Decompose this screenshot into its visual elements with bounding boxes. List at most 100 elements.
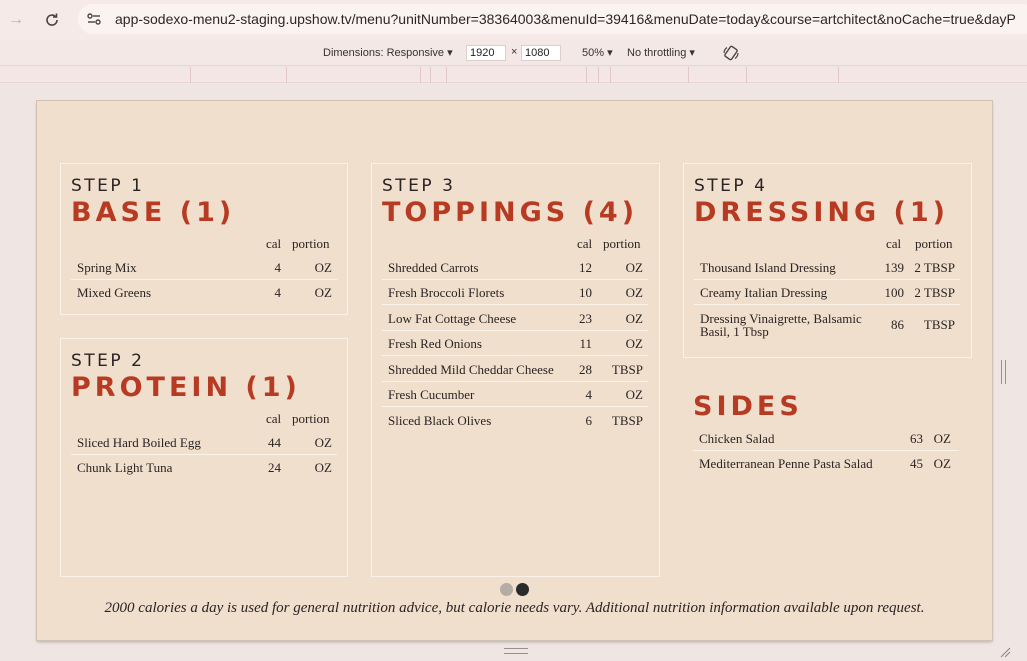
- item-cal: 139: [884, 260, 905, 275]
- portion-header: portion: [603, 236, 641, 251]
- address-bar[interactable]: app-sodexo-menu2-staging.upshow.tv/menu?…: [78, 4, 1027, 34]
- list-item: Chunk Light Tuna 24 OZ: [71, 455, 337, 480]
- list-item: Fresh Cucumber 4 OZ: [382, 382, 648, 407]
- item-name: Creamy Italian Dressing: [700, 285, 828, 300]
- item-name: Fresh Cucumber: [388, 387, 475, 402]
- item-cal: 11: [579, 336, 592, 351]
- list-item: Mediterranean Penne Pasta Salad 45 OZ: [693, 451, 959, 476]
- media-query-ruler: [0, 67, 1027, 83]
- resize-handle-right[interactable]: [1001, 360, 1006, 384]
- item-portion: OZ: [314, 260, 332, 275]
- list-item: Thousand Island Dressing 139 2 TBSP: [694, 255, 960, 280]
- step2-label: STEP 2: [71, 351, 145, 371]
- browser-toolbar: → app-sodexo-menu2-staging.upshow.tv/men…: [0, 0, 1027, 40]
- height-input[interactable]: 1080: [521, 45, 561, 61]
- resize-corner-icon[interactable]: [999, 646, 1011, 658]
- step2-title: PROTEIN (1): [71, 372, 301, 403]
- item-cal: 4: [585, 387, 593, 402]
- nutrition-footnote: 2000 calories a day is used for general …: [104, 600, 925, 616]
- list-item: Sliced Black Olives 6 TBSP: [382, 408, 648, 433]
- item-portion: OZ: [625, 285, 643, 300]
- sides-section: SIDES Chicken Salad 63 OZ Mediterranean …: [683, 383, 972, 483]
- item-name: Chunk Light Tuna: [77, 460, 173, 475]
- item-portion: OZ: [625, 260, 643, 275]
- item-name: Shredded Mild Cheddar Cheese: [388, 362, 554, 377]
- item-name: Low Fat Cottage Cheese: [388, 311, 517, 326]
- dimensions-dropdown[interactable]: Dimensions: Responsive ▾: [323, 46, 453, 59]
- item-name: Spring Mix: [77, 260, 137, 275]
- step3-label: STEP 3: [382, 176, 456, 196]
- list-item: Mixed Greens 4 OZ: [71, 280, 337, 305]
- dimension-separator: ×: [511, 46, 518, 58]
- list-item: Fresh Broccoli Florets 10 OZ: [382, 280, 648, 305]
- sides-title: SIDES: [693, 391, 803, 422]
- site-settings-icon[interactable]: [86, 11, 102, 27]
- portion-header: portion: [292, 411, 330, 426]
- item-portion: TBSP: [611, 413, 643, 428]
- item-portion: TBSP: [611, 362, 643, 377]
- item-name: Chicken Salad: [699, 431, 775, 446]
- step1-label: STEP 1: [71, 176, 145, 196]
- list-item: Chicken Salad 63 OZ: [693, 426, 959, 451]
- step3-panel: STEP 3 TOPPINGS (4) cal portion Shredded…: [371, 163, 660, 577]
- step1-title: BASE (1): [71, 197, 236, 228]
- item-name: Sliced Black Olives: [388, 413, 492, 428]
- item-cal: 24: [268, 460, 281, 475]
- device-toolbar: Dimensions: Responsive ▾ 1920 × 1080 50%…: [0, 40, 1027, 66]
- reload-icon[interactable]: [40, 8, 64, 32]
- item-portion: OZ: [933, 456, 951, 471]
- item-name: Mediterranean Penne Pasta Salad: [699, 456, 873, 471]
- list-item: Sliced Hard Boiled Egg 44 OZ: [71, 430, 337, 455]
- item-cal: 10: [579, 285, 592, 300]
- item-cal: 12: [579, 260, 592, 275]
- width-input[interactable]: 1920: [466, 45, 506, 61]
- carousel-dot-2-active[interactable]: [516, 583, 529, 596]
- item-portion: OZ: [314, 460, 332, 475]
- item-portion: OZ: [625, 336, 643, 351]
- item-name: Mixed Greens: [77, 285, 152, 300]
- cal-header: cal: [886, 236, 902, 251]
- throttling-dropdown[interactable]: No throttling ▾: [627, 46, 695, 59]
- item-cal: 6: [585, 413, 593, 428]
- step3-title: TOPPINGS (4): [382, 197, 639, 228]
- zoom-dropdown[interactable]: 50% ▾: [582, 46, 613, 59]
- item-portion: 2 TBSP: [914, 260, 955, 275]
- item-cal: 23: [579, 311, 592, 326]
- list-item: Dressing Vinaigrette, Balsamic Basil, 1 …: [694, 306, 960, 342]
- back-arrow-icon[interactable]: →: [4, 8, 28, 32]
- item-cal: 4: [274, 285, 282, 300]
- item-portion: OZ: [933, 431, 951, 446]
- list-item: Fresh Red Onions 11 OZ: [382, 331, 648, 356]
- item-name: Fresh Red Onions: [388, 336, 482, 351]
- list-item: Low Fat Cottage Cheese 23 OZ: [382, 306, 648, 331]
- list-item: Creamy Italian Dressing 100 2 TBSP: [694, 280, 960, 305]
- item-portion: OZ: [314, 285, 332, 300]
- item-cal: 28: [579, 362, 592, 377]
- step4-title: DRESSING (1): [694, 197, 949, 228]
- url-text: app-sodexo-menu2-staging.upshow.tv/menu?…: [115, 11, 1016, 27]
- item-portion: 2 TBSP: [914, 285, 955, 300]
- step4-label: STEP 4: [694, 176, 768, 196]
- cal-header: cal: [266, 236, 282, 251]
- item-portion: TBSP: [923, 317, 955, 332]
- step4-panel: STEP 4 DRESSING (1) cal portion Thousand…: [683, 163, 972, 358]
- item-cal: 44: [268, 435, 281, 450]
- step2-panel: STEP 2 PROTEIN (1) cal portion Sliced Ha…: [60, 338, 348, 577]
- item-name: Fresh Broccoli Florets: [388, 285, 505, 300]
- item-cal: 4: [274, 260, 282, 275]
- list-item: Shredded Carrots 12 OZ: [382, 255, 648, 280]
- item-name: Thousand Island Dressing: [700, 260, 836, 275]
- portion-header: portion: [292, 236, 330, 251]
- cal-header: cal: [577, 236, 593, 251]
- item-cal: 86: [891, 317, 904, 332]
- item-portion: OZ: [625, 311, 643, 326]
- item-name: Sliced Hard Boiled Egg: [77, 435, 201, 450]
- cal-header: cal: [266, 411, 282, 426]
- item-cal: 100: [884, 285, 905, 300]
- list-item: Spring Mix 4 OZ: [71, 255, 337, 280]
- rotate-icon[interactable]: [722, 44, 740, 62]
- item-name: Dressing Vinaigrette, Balsamic Basil, 1 …: [700, 311, 862, 339]
- resize-handle-bottom[interactable]: [504, 648, 528, 654]
- carousel-dot-1[interactable]: [500, 583, 513, 596]
- item-name: Shredded Carrots: [388, 260, 479, 275]
